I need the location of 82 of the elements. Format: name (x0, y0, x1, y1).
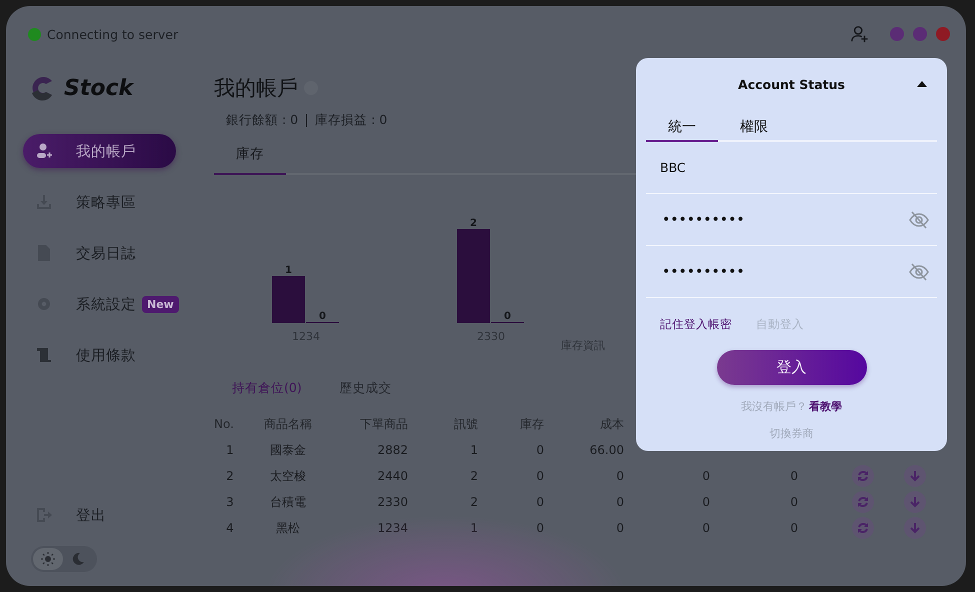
connection-status: Connecting to server (47, 26, 178, 42)
add-user-icon[interactable] (851, 25, 869, 43)
table-cell-text: 4 (225, 521, 235, 535)
column-header: No. (214, 417, 235, 431)
refresh-button[interactable] (852, 491, 874, 513)
table-cell-text: 0 (615, 521, 624, 535)
arrow-down-icon (909, 522, 921, 534)
close-button[interactable] (936, 27, 950, 41)
user-icon (35, 142, 53, 160)
table-cell-text: 2882 (376, 443, 408, 457)
broker-tab[interactable]: 統一 (646, 110, 718, 142)
refresh-button[interactable] (852, 465, 874, 487)
minimize-button[interactable] (890, 27, 904, 41)
summary-text: 庫存損益 : 0 (315, 112, 388, 129)
table-cell-text: 太空梭 (269, 468, 307, 484)
arrow-down-icon (909, 470, 921, 482)
table-cell-text: 0 (789, 495, 798, 509)
table-cell-text: 0 (789, 469, 798, 483)
broker-tab[interactable]: 權限 (718, 110, 790, 142)
download-button[interactable] (904, 517, 926, 539)
sun-icon[interactable] (33, 548, 63, 570)
page-title: 我的帳戶 (214, 75, 298, 102)
table-cell-text: 0 (535, 495, 544, 509)
bar-value-label: 2 (470, 218, 477, 229)
table-cell-text: 0 (701, 469, 710, 483)
table-cell-text: 66.00 (588, 443, 624, 457)
table-cell-text: 國泰金 (269, 442, 307, 458)
table-cell-text: 黑松 (275, 520, 301, 536)
summary-text: 銀行餘額 : 0 (226, 112, 298, 129)
eye-slash-icon[interactable] (909, 210, 929, 228)
table-cell-text: 1 (225, 443, 235, 457)
column-header: 庫存 (519, 416, 544, 432)
tutorial-link[interactable]: 看教學 (809, 399, 842, 414)
login-button[interactable]: 登入 (716, 350, 866, 385)
table-cell-text: 1 (469, 521, 478, 535)
status-dot-icon (28, 28, 41, 40)
download-button[interactable] (904, 491, 926, 513)
table-cell-text: 2 (469, 469, 478, 483)
table-cell-text: 0 (535, 521, 544, 535)
table-cell-text: 2330 (376, 495, 408, 509)
sidebar-item[interactable]: 系統設定 New (23, 287, 176, 321)
table-cell-text: 0 (535, 443, 544, 457)
signup-prompt: 我沒有帳戶？ (741, 399, 807, 414)
refresh-icon (857, 496, 869, 508)
scroll-icon (35, 346, 53, 364)
download-button[interactable] (904, 465, 926, 487)
panel-title: Account Status (738, 76, 845, 92)
refresh-icon (857, 522, 869, 534)
login-option[interactable]: 記住登入帳密 (660, 317, 732, 332)
table-cell-text: 0 (701, 521, 710, 535)
table-cell-text: 0 (615, 469, 624, 483)
table-cell-text: 台積電 (269, 494, 307, 510)
logo-text: Stock (64, 76, 134, 100)
table-cell-text: 0 (535, 469, 544, 483)
password-field[interactable]: •••••••••• (660, 210, 909, 228)
maximize-button[interactable] (913, 27, 927, 41)
table-cell-text: 1 (469, 443, 478, 457)
column-header: 下單商品 (359, 416, 408, 432)
table-cell-text: 0 (701, 495, 710, 509)
password-field[interactable]: •••••••••• (660, 262, 909, 280)
bar-value-label: 0 (504, 311, 511, 322)
refresh-button[interactable] (852, 517, 874, 539)
table-cell-text: 3 (225, 495, 235, 509)
table-cell-text: 2 (225, 469, 235, 483)
caret-icon[interactable] (917, 81, 927, 87)
bar-value-label: 0 (319, 311, 326, 322)
sidebar-item[interactable]: 我的帳戶 (23, 134, 176, 168)
theme-toggle[interactable] (31, 546, 97, 572)
bar-value-label: 1 (285, 265, 292, 276)
eye-slash-icon[interactable] (909, 262, 929, 280)
arrow-down-icon (909, 496, 921, 508)
refresh-icon (857, 470, 869, 482)
table-cell-text: 2 (469, 495, 478, 509)
table-cell-text: 1234 (376, 521, 408, 535)
column-header: 成本 (599, 416, 624, 432)
column-header: 訊號 (453, 416, 478, 432)
new-badge: New (142, 296, 179, 312)
table-cell-text: 2440 (376, 469, 408, 483)
username-field[interactable]: BBC (646, 142, 937, 194)
table-cell-text: 0 (789, 521, 798, 535)
table-cell-text: 0 (615, 495, 624, 509)
column-header: 商品名稱 (263, 416, 313, 432)
